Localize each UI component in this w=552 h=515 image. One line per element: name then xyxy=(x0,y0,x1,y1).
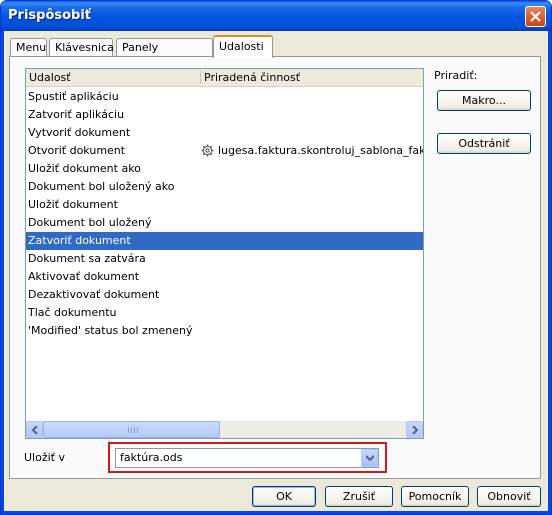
frame-border xyxy=(548,31,551,514)
list-item[interactable]: Vytvoriť dokument xyxy=(26,124,423,142)
events-list[interactable]: Udalosť Priradená činnosť Spustiť apliká… xyxy=(25,68,424,439)
event-name: 'Modified' status bol zmenený xyxy=(28,324,193,337)
event-rows: Spustiť aplikáciu Zatvoriť aplikáciu Vyt… xyxy=(26,88,423,340)
tab-toolbars[interactable]: Panely nástrojov xyxy=(116,38,213,71)
event-name: Otvoriť dokument xyxy=(28,144,126,157)
event-name: Dokument sa zatvára xyxy=(28,252,146,265)
tab-keyboard[interactable]: Klávesnica xyxy=(49,38,114,57)
event-name: Zatvoriť aplikáciu xyxy=(28,108,125,121)
save-in-label: Uložiť v xyxy=(24,451,65,464)
tab-menu[interactable]: Menu xyxy=(10,38,47,57)
event-name: Dokument bol uložený xyxy=(28,216,152,229)
event-name: Vytvoriť dokument xyxy=(28,126,131,139)
list-item[interactable]: Tlač dokumentu xyxy=(26,304,423,322)
customize-dialog: Prispôsobiť Menu Klávesnica Panely nástr… xyxy=(0,0,552,515)
list-item[interactable]: Uložiť dokument xyxy=(26,196,423,214)
frame-border xyxy=(1,31,4,514)
chevron-right-icon xyxy=(412,426,418,434)
save-in-dropdown[interactable]: faktúra.ods xyxy=(115,448,379,468)
ok-button[interactable]: OK xyxy=(252,486,316,507)
list-item[interactable]: Otvoriť dokument lugesa.faktura.skontrol… xyxy=(26,142,423,160)
macro-gear-icon xyxy=(201,144,214,157)
close-button[interactable] xyxy=(525,6,546,27)
close-icon xyxy=(530,11,541,22)
column-header-action[interactable]: Priradená činnosť xyxy=(201,69,423,87)
horizontal-scrollbar[interactable] xyxy=(26,421,423,438)
event-name: Spustiť aplikáciu xyxy=(28,90,119,103)
list-item[interactable]: Spustiť aplikáciu xyxy=(26,88,423,106)
dropdown-button[interactable] xyxy=(361,449,378,467)
chevron-down-icon xyxy=(366,455,374,461)
cancel-button[interactable]: Zrušiť xyxy=(325,486,393,507)
chevron-left-icon xyxy=(32,426,38,434)
list-item-selected[interactable]: Zatvoriť dokument xyxy=(26,232,423,250)
macro-button[interactable]: Makro... xyxy=(437,90,531,111)
list-item[interactable]: Dezaktivovať dokument xyxy=(26,286,423,304)
event-name: Dokument bol uložený ako xyxy=(28,180,175,193)
action-text: lugesa.faktura.skontroluj_sablona_faktur… xyxy=(218,144,423,157)
list-item[interactable]: Dokument sa zatvára xyxy=(26,250,423,268)
save-in-value: faktúra.ods xyxy=(120,451,183,464)
thumb-grip xyxy=(128,427,129,433)
tab-events[interactable]: Udalosti xyxy=(213,35,273,58)
thumb-grip xyxy=(131,427,132,433)
scroll-right-button[interactable] xyxy=(406,421,423,438)
remove-button[interactable]: Odstrániť xyxy=(437,133,531,154)
event-name: Uložiť dokument xyxy=(28,198,118,211)
list-item[interactable]: Dokument bol uložený xyxy=(26,214,423,232)
help-button[interactable]: Pomocník xyxy=(401,486,469,507)
reset-button[interactable]: Obnoviť xyxy=(477,486,541,507)
frame-border xyxy=(1,511,551,514)
list-item[interactable]: 'Modified' status bol zmenený xyxy=(26,322,423,340)
thumb-grip xyxy=(137,427,138,433)
event-name: Zatvoriť dokument xyxy=(28,234,131,247)
scroll-left-button[interactable] xyxy=(26,421,43,438)
scroll-thumb[interactable] xyxy=(43,421,220,438)
list-item[interactable]: Uložiť dokument ako xyxy=(26,160,423,178)
list-header: Udalosť Priradená činnosť xyxy=(26,69,423,87)
event-name: Dezaktivovať dokument xyxy=(28,288,160,301)
event-name: Aktivovať dokument xyxy=(28,270,140,283)
events-panel: Udalosť Priradená činnosť Spustiť apliká… xyxy=(9,56,541,479)
title-bar[interactable]: Prispôsobiť xyxy=(1,1,551,31)
event-name: Uložiť dokument ako xyxy=(28,162,141,175)
assigned-action: lugesa.faktura.skontroluj_sablona_faktur… xyxy=(201,142,423,160)
event-name: Tlač dokumentu xyxy=(28,306,117,319)
list-item[interactable]: Dokument bol uložený ako xyxy=(26,178,423,196)
assign-label: Priradiť: xyxy=(434,69,478,82)
thumb-grip xyxy=(134,427,135,433)
window-title: Prispôsobiť xyxy=(8,8,92,23)
column-header-event[interactable]: Udalosť xyxy=(26,69,201,87)
list-item[interactable]: Aktivovať dokument xyxy=(26,268,423,286)
list-item[interactable]: Zatvoriť aplikáciu xyxy=(26,106,423,124)
